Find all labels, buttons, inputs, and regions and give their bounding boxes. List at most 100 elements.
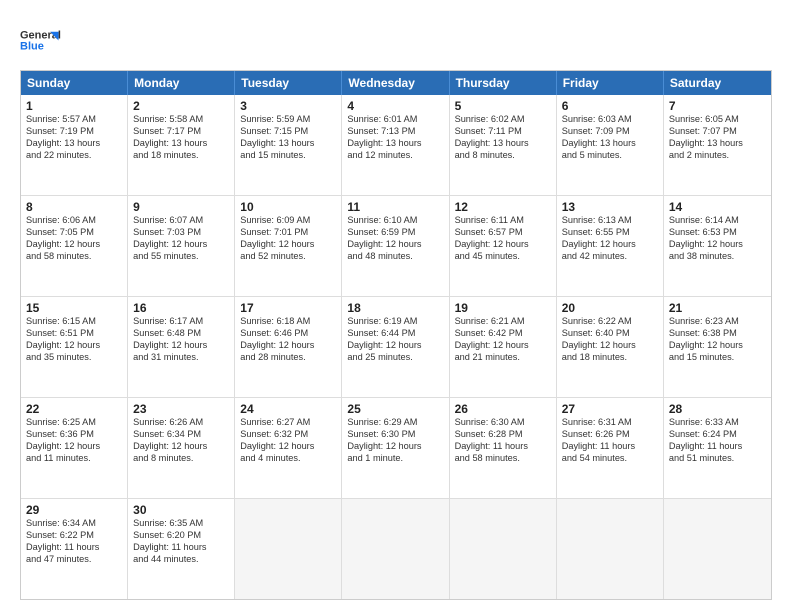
cell-line: Sunrise: 6:23 AM (669, 316, 766, 328)
cell-line: and 28 minutes. (240, 352, 336, 364)
cell-line: Sunset: 6:42 PM (455, 328, 551, 340)
cell-line: Sunrise: 6:27 AM (240, 417, 336, 429)
cell-line: Sunset: 7:05 PM (26, 227, 122, 239)
day-number: 29 (26, 503, 122, 517)
calendar-cell (557, 499, 664, 599)
cell-line: Sunrise: 6:34 AM (26, 518, 122, 530)
day-number: 18 (347, 301, 443, 315)
calendar-cell: 9Sunrise: 6:07 AMSunset: 7:03 PMDaylight… (128, 196, 235, 296)
cell-line: Sunset: 6:55 PM (562, 227, 658, 239)
calendar-row: 8Sunrise: 6:06 AMSunset: 7:05 PMDaylight… (21, 196, 771, 297)
calendar-row: 29Sunrise: 6:34 AMSunset: 6:22 PMDayligh… (21, 499, 771, 599)
cell-line: and 15 minutes. (240, 150, 336, 162)
cell-line: Sunset: 7:03 PM (133, 227, 229, 239)
calendar-row: 22Sunrise: 6:25 AMSunset: 6:36 PMDayligh… (21, 398, 771, 499)
header-cell-thursday: Thursday (450, 71, 557, 95)
cell-line: Sunset: 6:40 PM (562, 328, 658, 340)
cell-line: and 38 minutes. (669, 251, 766, 263)
cell-line: and 54 minutes. (562, 453, 658, 465)
calendar-cell: 26Sunrise: 6:30 AMSunset: 6:28 PMDayligh… (450, 398, 557, 498)
cell-line: Sunset: 7:17 PM (133, 126, 229, 138)
day-number: 8 (26, 200, 122, 214)
calendar-cell: 22Sunrise: 6:25 AMSunset: 6:36 PMDayligh… (21, 398, 128, 498)
calendar-header: SundayMondayTuesdayWednesdayThursdayFrid… (21, 71, 771, 95)
cell-line: Sunrise: 6:26 AM (133, 417, 229, 429)
cell-line: Sunset: 6:30 PM (347, 429, 443, 441)
calendar-cell: 1Sunrise: 5:57 AMSunset: 7:19 PMDaylight… (21, 95, 128, 195)
header-cell-saturday: Saturday (664, 71, 771, 95)
cell-line: Sunset: 6:34 PM (133, 429, 229, 441)
calendar-cell: 2Sunrise: 5:58 AMSunset: 7:17 PMDaylight… (128, 95, 235, 195)
cell-line: Sunrise: 6:09 AM (240, 215, 336, 227)
day-number: 6 (562, 99, 658, 113)
cell-line: and 44 minutes. (133, 554, 229, 566)
cell-line: and 47 minutes. (26, 554, 122, 566)
cell-line: and 18 minutes. (133, 150, 229, 162)
calendar-cell (450, 499, 557, 599)
calendar-cell: 19Sunrise: 6:21 AMSunset: 6:42 PMDayligh… (450, 297, 557, 397)
cell-line: Daylight: 12 hours (26, 441, 122, 453)
cell-line: Sunrise: 6:13 AM (562, 215, 658, 227)
header-cell-friday: Friday (557, 71, 664, 95)
logo-svg: General Blue (20, 18, 64, 62)
calendar-cell: 28Sunrise: 6:33 AMSunset: 6:24 PMDayligh… (664, 398, 771, 498)
logo: General Blue (20, 18, 64, 62)
cell-line: Daylight: 12 hours (240, 340, 336, 352)
cell-line: Daylight: 12 hours (133, 239, 229, 251)
day-number: 26 (455, 402, 551, 416)
cell-line: Daylight: 11 hours (562, 441, 658, 453)
cell-line: Sunrise: 6:31 AM (562, 417, 658, 429)
cell-line: and 52 minutes. (240, 251, 336, 263)
day-number: 3 (240, 99, 336, 113)
day-number: 30 (133, 503, 229, 517)
calendar-row: 15Sunrise: 6:15 AMSunset: 6:51 PMDayligh… (21, 297, 771, 398)
cell-line: Sunset: 6:26 PM (562, 429, 658, 441)
day-number: 27 (562, 402, 658, 416)
header-cell-wednesday: Wednesday (342, 71, 449, 95)
cell-line: and 2 minutes. (669, 150, 766, 162)
cell-line: Daylight: 12 hours (562, 340, 658, 352)
cell-line: Sunset: 6:51 PM (26, 328, 122, 340)
cell-line: and 1 minute. (347, 453, 443, 465)
cell-line: Daylight: 11 hours (26, 542, 122, 554)
day-number: 5 (455, 99, 551, 113)
cell-line: Daylight: 12 hours (669, 340, 766, 352)
cell-line: and 51 minutes. (669, 453, 766, 465)
cell-line: Daylight: 13 hours (347, 138, 443, 150)
cell-line: and 18 minutes. (562, 352, 658, 364)
cell-line: Sunset: 6:44 PM (347, 328, 443, 340)
cell-line: Daylight: 13 hours (240, 138, 336, 150)
svg-text:Blue: Blue (20, 40, 44, 52)
cell-line: Sunset: 7:07 PM (669, 126, 766, 138)
cell-line: Sunset: 6:20 PM (133, 530, 229, 542)
calendar-cell: 3Sunrise: 5:59 AMSunset: 7:15 PMDaylight… (235, 95, 342, 195)
calendar-cell: 14Sunrise: 6:14 AMSunset: 6:53 PMDayligh… (664, 196, 771, 296)
day-number: 10 (240, 200, 336, 214)
cell-line: Sunrise: 6:25 AM (26, 417, 122, 429)
cell-line: Daylight: 12 hours (26, 239, 122, 251)
header-cell-sunday: Sunday (21, 71, 128, 95)
cell-line: Sunset: 7:15 PM (240, 126, 336, 138)
cell-line: Daylight: 12 hours (347, 239, 443, 251)
cell-line: Sunrise: 6:18 AM (240, 316, 336, 328)
header-cell-tuesday: Tuesday (235, 71, 342, 95)
day-number: 24 (240, 402, 336, 416)
day-number: 14 (669, 200, 766, 214)
day-number: 9 (133, 200, 229, 214)
cell-line: Sunset: 7:01 PM (240, 227, 336, 239)
cell-line: and 25 minutes. (347, 352, 443, 364)
cell-line: Sunset: 7:09 PM (562, 126, 658, 138)
cell-line: Sunrise: 6:02 AM (455, 114, 551, 126)
cell-line: Sunset: 6:22 PM (26, 530, 122, 542)
day-number: 17 (240, 301, 336, 315)
day-number: 20 (562, 301, 658, 315)
cell-line: Daylight: 12 hours (347, 340, 443, 352)
cell-line: Sunrise: 6:10 AM (347, 215, 443, 227)
cell-line: Sunset: 6:59 PM (347, 227, 443, 239)
cell-line: Sunset: 6:24 PM (669, 429, 766, 441)
calendar-cell: 15Sunrise: 6:15 AMSunset: 6:51 PMDayligh… (21, 297, 128, 397)
cell-line: Sunset: 6:48 PM (133, 328, 229, 340)
cell-line: and 11 minutes. (26, 453, 122, 465)
day-number: 28 (669, 402, 766, 416)
cell-line: and 42 minutes. (562, 251, 658, 263)
